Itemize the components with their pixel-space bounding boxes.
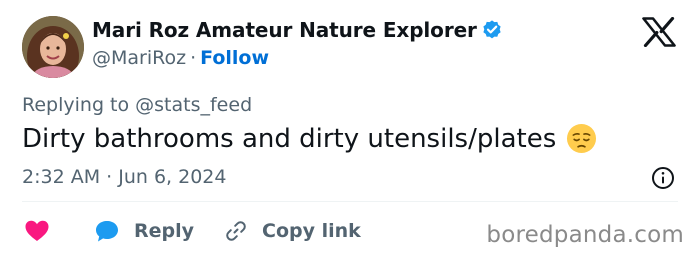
divider bbox=[22, 201, 678, 202]
separator-dot: · bbox=[190, 47, 197, 69]
author-handle[interactable]: @MariRoz bbox=[92, 47, 186, 69]
author-display-name[interactable]: Mari Roz Amateur Nature Explorer bbox=[92, 18, 477, 42]
heart-icon bbox=[24, 219, 50, 243]
avatar[interactable] bbox=[22, 16, 84, 78]
like-button[interactable] bbox=[24, 219, 50, 243]
speech-bubble-icon bbox=[94, 219, 120, 243]
watermark: boredpanda.com bbox=[486, 222, 684, 248]
tweet-timestamp[interactable]: 2:32 AM · Jun 6, 2024 bbox=[22, 166, 226, 188]
author-name-row: Mari Roz Amateur Nature Explorer bbox=[92, 18, 503, 42]
author-handle-row: @MariRoz · Follow bbox=[92, 47, 269, 69]
x-logo-icon[interactable] bbox=[642, 16, 676, 48]
action-bar: Reply Copy link bbox=[24, 216, 361, 246]
reply-context: Replying to @stats_feed bbox=[22, 94, 253, 116]
tweet-text-row: Dirty bathrooms and dirty utensils/plate… bbox=[22, 123, 597, 154]
copy-link-label: Copy link bbox=[262, 220, 361, 242]
copy-link-button[interactable]: Copy link bbox=[224, 219, 361, 243]
info-icon[interactable] bbox=[651, 166, 675, 190]
avatar-image bbox=[22, 16, 84, 78]
tweet-text: Dirty bathrooms and dirty utensils/plate… bbox=[22, 123, 557, 154]
follow-button[interactable]: Follow bbox=[200, 47, 269, 69]
link-icon bbox=[224, 219, 248, 243]
reply-button[interactable]: Reply bbox=[94, 219, 194, 243]
reply-label: Reply bbox=[134, 220, 195, 242]
verified-badge-icon bbox=[481, 19, 503, 41]
pensive-face-emoji-icon bbox=[566, 123, 597, 154]
